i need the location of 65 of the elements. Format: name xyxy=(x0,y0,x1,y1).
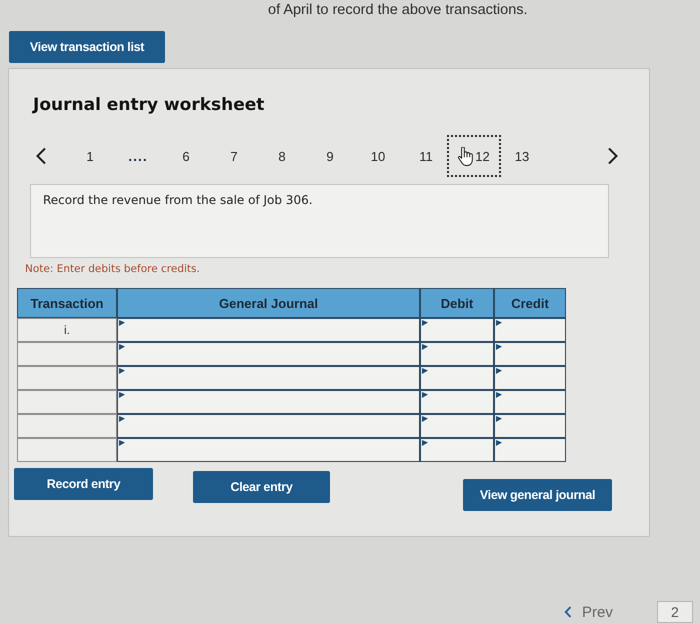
column-header: Credit xyxy=(494,288,566,318)
corner-marker-icon xyxy=(496,320,502,326)
corner-marker-icon xyxy=(496,416,502,422)
view-transaction-list-button[interactable]: View transaction list xyxy=(9,31,165,63)
account-field[interactable] xyxy=(117,414,420,438)
column-header: Debit xyxy=(420,288,494,318)
chevron-left-icon[interactable] xyxy=(35,147,47,165)
step-tab[interactable]: 8 xyxy=(258,135,306,177)
note-text: Note: Enter debits before credits. xyxy=(25,262,200,276)
account-field[interactable] xyxy=(117,438,420,462)
debit-field[interactable] xyxy=(420,390,494,414)
credit-field[interactable] xyxy=(494,414,566,438)
action-button[interactable]: View general journal xyxy=(463,479,612,511)
corner-marker-icon xyxy=(119,416,125,422)
credit-field[interactable] xyxy=(494,438,566,462)
account-field[interactable] xyxy=(117,342,420,366)
account-field[interactable] xyxy=(117,318,420,342)
transaction-cell: i. xyxy=(17,318,117,342)
corner-marker-icon xyxy=(119,392,125,398)
corner-marker-icon xyxy=(119,320,125,326)
corner-marker-icon xyxy=(496,344,502,350)
instruction-text: of April to record the above transactions. xyxy=(268,1,528,20)
step-tab[interactable]: 10 xyxy=(354,135,402,177)
corner-marker-icon xyxy=(119,344,125,350)
prompt-text: Record the revenue from the sale of Job 306. xyxy=(43,193,313,207)
corner-marker-icon xyxy=(422,416,428,422)
corner-marker-icon xyxy=(422,392,428,398)
credit-field[interactable] xyxy=(494,390,566,414)
debit-field[interactable] xyxy=(420,342,494,366)
chevron-left-icon xyxy=(564,606,572,618)
corner-marker-icon xyxy=(422,344,428,350)
worksheet-title: Journal entry worksheet xyxy=(33,94,264,117)
step-tab[interactable]: 9 xyxy=(306,135,354,177)
corner-marker-icon xyxy=(119,368,125,374)
step-tab[interactable]: 6 xyxy=(162,135,210,177)
corner-marker-icon xyxy=(496,392,502,398)
account-field[interactable] xyxy=(117,390,420,414)
step-ellipsis: .... xyxy=(127,147,149,166)
corner-marker-icon xyxy=(496,368,502,374)
account-field[interactable] xyxy=(117,366,420,390)
step-tab[interactable]: 7 xyxy=(210,135,258,177)
page-number-field[interactable]: 2 xyxy=(656,601,693,623)
corner-marker-icon xyxy=(422,320,428,326)
column-header: General Journal xyxy=(117,288,420,318)
credit-field[interactable] xyxy=(494,318,566,342)
corner-marker-icon xyxy=(119,440,125,446)
debit-field[interactable] xyxy=(420,438,494,462)
step-tab[interactable]: 12 xyxy=(447,135,501,177)
step-tab[interactable]: 11 xyxy=(402,135,450,177)
chevron-right-icon[interactable] xyxy=(607,147,619,165)
debit-field[interactable] xyxy=(420,318,494,342)
column-header: Transaction xyxy=(17,288,117,318)
debit-field[interactable] xyxy=(420,366,494,390)
step-tab[interactable]: 1 xyxy=(66,135,114,177)
hand-cursor-icon xyxy=(458,146,474,166)
corner-marker-icon xyxy=(422,440,428,446)
credit-field[interactable] xyxy=(494,366,566,390)
action-button[interactable]: Clear entry xyxy=(193,471,330,503)
credit-field[interactable] xyxy=(494,342,566,366)
action-button[interactable]: Record entry xyxy=(14,468,153,500)
prev-button[interactable]: Prev xyxy=(560,604,617,620)
step-tab[interactable]: 13 xyxy=(498,135,546,177)
corner-marker-icon xyxy=(496,440,502,446)
corner-marker-icon xyxy=(422,368,428,374)
debit-field[interactable] xyxy=(420,414,494,438)
